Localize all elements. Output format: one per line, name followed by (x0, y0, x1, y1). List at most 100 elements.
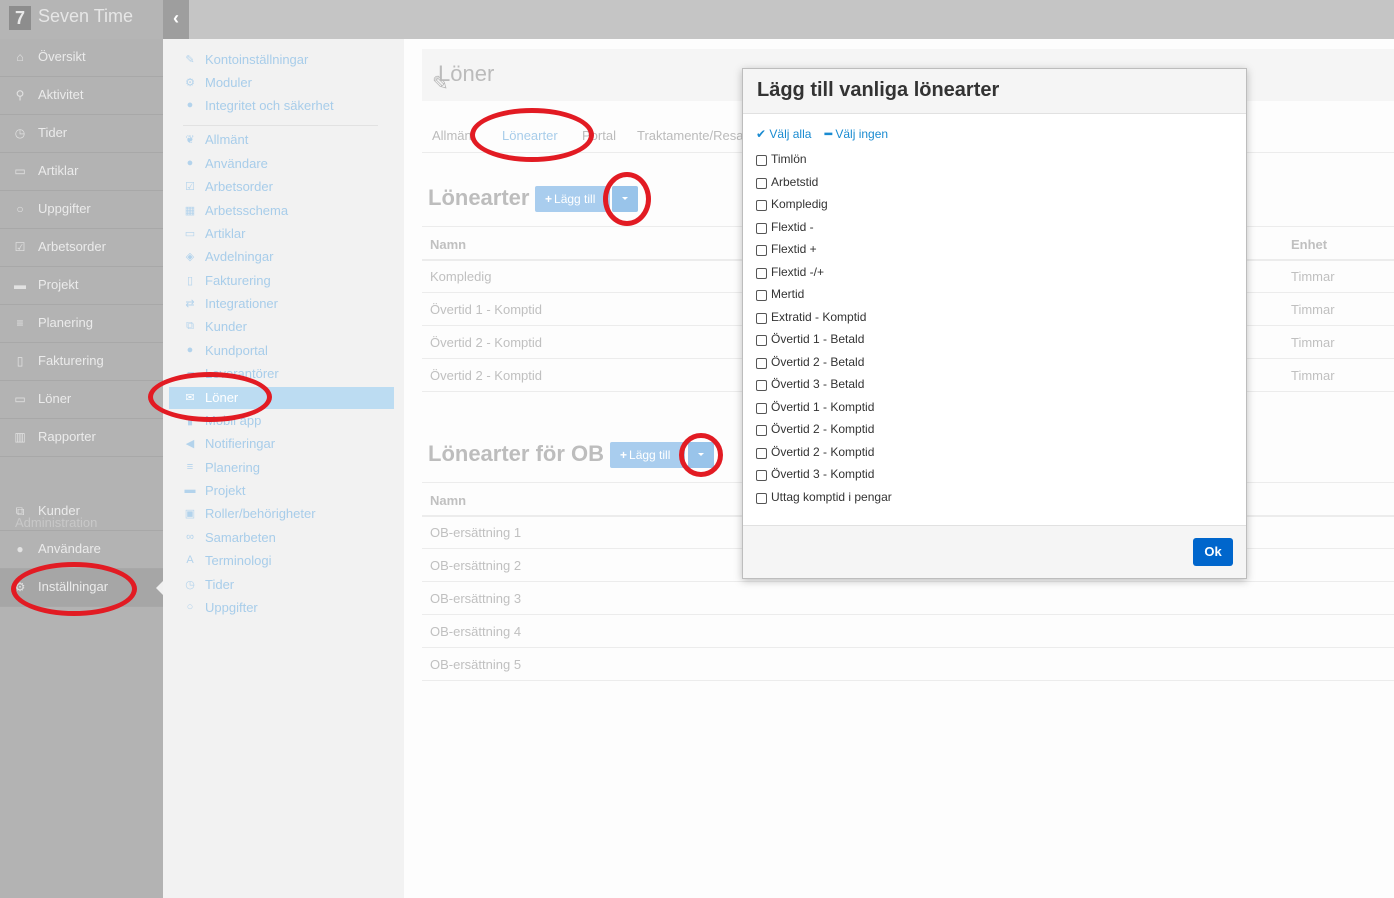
settings-item-11[interactable]: ⧉ Kunder (169, 316, 394, 338)
app-logo[interactable]: 7 Seven Time (0, 0, 163, 39)
settings-item-2[interactable]: ● Integritet och säkerhet (169, 95, 394, 117)
settings-item-18[interactable]: ▬ Projekt (169, 480, 394, 502)
cell-name: Kompledig (430, 269, 492, 284)
file-icon: ▯ (186, 275, 194, 287)
settings-item-1[interactable]: ⚙ Moduler (169, 72, 394, 94)
option-label: Övertid 2 - Komptid (771, 444, 875, 459)
settings-item-20[interactable]: ∞ Samarbeten (169, 527, 394, 549)
handshake-icon: ∞ (186, 531, 194, 543)
money-icon: ▭ (14, 164, 26, 178)
tab-allmant[interactable]: Allmänt (432, 128, 475, 143)
option-checkbox[interactable] (756, 470, 767, 481)
option-checkbox[interactable] (756, 312, 767, 324)
settings-item-21[interactable]: A Terminologi (169, 550, 394, 572)
option-checkbox[interactable] (756, 335, 767, 346)
nav-item-label: Uppgifter (38, 201, 91, 216)
settings-item-4[interactable]: ● Användare (169, 153, 394, 175)
settings-item-label: Tider (205, 577, 235, 592)
option-label: Uttag komptid i pengar (771, 489, 892, 504)
option-checkbox[interactable] (756, 177, 767, 189)
option-checkbox[interactable] (756, 447, 767, 459)
nav-item-3[interactable]: ▭ Artiklar (0, 153, 163, 191)
nav-item-0[interactable]: ⌂ Översikt (0, 39, 163, 77)
option-checkbox[interactable] (756, 380, 767, 391)
option-checkbox[interactable] (756, 155, 767, 166)
chevron-left-icon[interactable]: ‹ (163, 0, 189, 39)
option-checkbox[interactable] (756, 267, 767, 279)
table-row[interactable]: OB-ersättning 3 (422, 582, 1394, 615)
admin-nav-item-0[interactable]: ⧉ Kunder (0, 493, 163, 531)
nav-item-7[interactable]: ≡ Planering (0, 305, 163, 343)
add-lonearter-button[interactable]: + Lägg till (535, 186, 610, 212)
settings-item-6[interactable]: ▦ Arbetsschema (169, 200, 394, 222)
settings-item-10[interactable]: ⇄ Integrationer (169, 293, 394, 315)
nav-item-8[interactable]: ▯ Fakturering (0, 343, 163, 381)
select-all-link[interactable]: ✔ Välj alla (756, 127, 811, 141)
option-checkbox[interactable] (756, 222, 767, 234)
add-ob-button[interactable]: + Lägg till (610, 442, 685, 468)
nav-item-5[interactable]: ☑ Arbetsorder (0, 229, 163, 267)
nav-item-9[interactable]: ▭ Löner (0, 381, 163, 419)
cell-name: OB-ersättning 4 (430, 624, 522, 639)
nav-item-2[interactable]: ◷ Tider (0, 115, 163, 153)
option-checkbox[interactable] (756, 492, 767, 504)
settings-item-5[interactable]: ☑ Arbetsorder (169, 176, 394, 198)
nav-item-4[interactable]: ○ Uppgifter (0, 191, 163, 229)
calendar-icon: ▦ (184, 205, 196, 217)
settings-item-label: Notifieringar (205, 436, 276, 451)
nav-item-label: Planering (38, 315, 93, 330)
exchange-icon: ⇄ (185, 298, 195, 310)
lock-icon: ▣ (184, 508, 196, 520)
settings-item-0[interactable]: ✎ Kontoinställningar (169, 49, 394, 71)
cell-unit: Timmar (1291, 269, 1335, 284)
check-square-icon: ☑ (14, 240, 26, 254)
option-checkbox[interactable] (756, 425, 767, 436)
settings-item-12[interactable]: ● Kundportal (169, 340, 394, 362)
annotation-ring-dropdown2 (679, 433, 723, 477)
nav-item-6[interactable]: ▬ Projekt (0, 267, 163, 305)
modal-footer: Ok (743, 525, 1246, 578)
settings-item-7[interactable]: ▭ Artiklar (169, 223, 394, 245)
option-label: Flextid -/+ (771, 264, 825, 279)
settings-item-label: Arbetsorder (205, 179, 273, 194)
check-icon: ✔ (756, 127, 767, 141)
map-marker-icon: ⚲ (15, 88, 25, 102)
sitemap-icon: ⧉ (186, 320, 194, 332)
settings-item-17[interactable]: ≡ Planering (169, 457, 394, 479)
table-row[interactable]: OB-ersättning 4 (422, 615, 1394, 648)
leaf-icon: ❦ (185, 134, 195, 146)
table-row[interactable]: OB-ersättning 5 (422, 648, 1394, 681)
annotation-ring-tab (470, 108, 594, 162)
plus-icon: + (545, 192, 553, 206)
nav-item-10[interactable]: ▥ Rapporter (0, 419, 163, 457)
settings-item-19[interactable]: ▣ Roller/behörigheter (169, 503, 394, 525)
settings-item-22[interactable]: ◷ Tider (169, 574, 394, 596)
option-checkbox[interactable] (756, 402, 767, 414)
settings-item-23[interactable]: ○ Uppgifter (169, 597, 394, 619)
settings-item-3[interactable]: ❦ Allmänt (169, 129, 394, 151)
settings-item-9[interactable]: ▯ Fakturering (169, 270, 394, 292)
check-square-icon: ☑ (185, 181, 195, 193)
main-sidebar: ⌂ Översikt ⚲ Aktivitet ◷ Tider ▭ Artiklar ○ Uppgi… (0, 39, 163, 898)
nav-item-1[interactable]: ⚲ Aktivitet (0, 77, 163, 115)
option-checkbox[interactable] (756, 290, 767, 301)
option-label: Arbetstid (771, 174, 819, 189)
option-checkbox[interactable] (756, 245, 767, 256)
option-label: Kompledig (771, 197, 828, 211)
column-header-name: Namn (430, 493, 467, 508)
tab-traktamente[interactable]: Traktamente/Resa (637, 128, 743, 143)
option-checkbox[interactable] (756, 200, 767, 211)
add-common-lonearter-modal: Lägg till vanliga lönearter ✔ Välj alla … (742, 68, 1247, 579)
cell-name: Övertid 2 - Komptid (430, 368, 542, 383)
option-checkbox[interactable] (756, 357, 767, 369)
cell-name: Övertid 1 - Komptid (430, 302, 542, 317)
nav-item-label: Användare (38, 541, 101, 556)
file-icon: ▯ (16, 354, 24, 368)
select-none-link[interactable]: ━ Välj ingen (825, 127, 888, 141)
settings-item-16[interactable]: ◀ Notifieringar (169, 433, 394, 455)
ok-button[interactable]: Ok (1193, 538, 1233, 566)
clock-icon: ◷ (14, 126, 26, 140)
settings-item-8[interactable]: ◈ Avdelningar (169, 246, 394, 268)
nav-item-label: Översikt (38, 49, 86, 64)
nav-item-label: Aktivitet (38, 87, 84, 102)
